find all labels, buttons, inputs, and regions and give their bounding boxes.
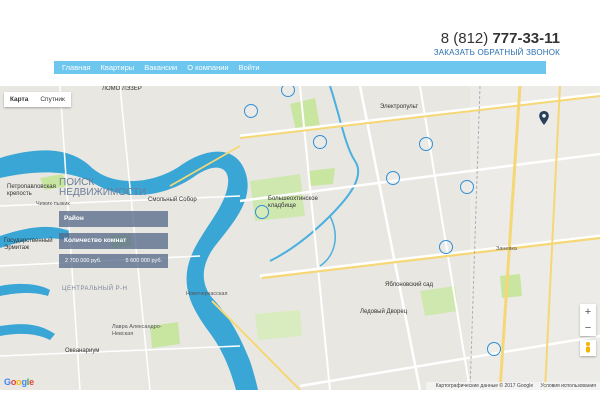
nav-item-apartments[interactable]: Квартиры [101,63,135,72]
property-marker[interactable] [255,205,269,219]
page: 8 (812) 777-33-11 ЗАКАЗАТЬ ОБРАТНЫЙ ЗВОН… [0,0,600,400]
map-label-zanevka: Заневка [496,246,517,252]
street-view-pegman-icon[interactable] [580,340,596,356]
price-range[interactable]: 2 700 000 руб. 5 600 000 руб. [59,254,168,268]
property-marker[interactable] [244,104,258,118]
location-pin-icon[interactable] [536,110,552,126]
rooms-select[interactable]: Количество комнат [59,233,168,249]
map-terms-link[interactable]: Условия использования [541,383,597,389]
map-type-satellite-button[interactable]: Спутник [34,92,71,107]
callback-link[interactable]: ЗАКАЗАТЬ ОБРАТНЫЙ ЗВОНОК [434,48,560,57]
property-marker[interactable] [386,171,400,185]
map-label-ice-palace: Ледовый Дворец [360,309,408,315]
zoom-in-button[interactable]: + [580,304,596,320]
nav-item-vacancies[interactable]: Вакансии [144,63,177,72]
google-logo: Google [4,377,34,387]
property-marker[interactable] [313,135,327,149]
price-max: 5 600 000 руб. [125,258,162,264]
search-panel-title: Поиск Недвижимости [59,177,147,198]
main-nav: Главная Квартиры Вакансии О компании Вой… [54,61,546,74]
map-label-elektropult: Электропульт [380,104,419,110]
map-attribution: Картографические данные © 2017 Google Ус… [425,382,600,390]
phone-prefix: 8 (812) [440,30,489,47]
property-marker[interactable] [439,240,453,254]
phone-main: 777-33-11 [492,30,560,47]
map-label-chizhik: Чижик-пыжик [36,201,70,207]
map-label-cemetery: Большеохтинское кладбище [268,196,318,209]
zoom-control: + − [580,304,596,336]
phone-number[interactable]: 8 (812) 777-33-11 [441,30,560,47]
property-marker[interactable] [419,137,433,151]
property-marker[interactable] [460,180,474,194]
nav-item-home[interactable]: Главная [62,63,91,72]
map-label-central-district: ЦЕНТРАЛЬНЫЙ Р-Н [62,286,128,292]
map-copyright: Картографические данные © 2017 Google [435,383,534,389]
map-label-oceanarium: Океанариум [65,348,100,354]
nav-item-about[interactable]: О компании [187,63,228,72]
map-label-hermitage: Государственный Эрмитаж [4,238,53,251]
zoom-out-button[interactable]: − [580,320,596,336]
map-label-lomo: ЛОМО ЛЭЗЕР [102,86,142,92]
price-min: 2 700 000 руб. [65,258,102,264]
map-type-control: Карта Спутник [4,92,71,107]
nav-item-login[interactable]: Войти [239,63,260,72]
map-label-novocherkasskaya: Новочеркасская [186,291,228,297]
site-header: 8 (812) 777-33-11 ЗАКАЗАТЬ ОБРАТНЫЙ ЗВОН… [0,0,600,86]
map-label-lavra: Лавра Александро-Невская [112,324,162,337]
property-marker[interactable] [487,342,501,356]
district-select[interactable]: Район [59,211,168,227]
map-label-yablonovsky: Яблоновский сад [385,282,434,288]
map-type-map-button[interactable]: Карта [4,92,34,107]
